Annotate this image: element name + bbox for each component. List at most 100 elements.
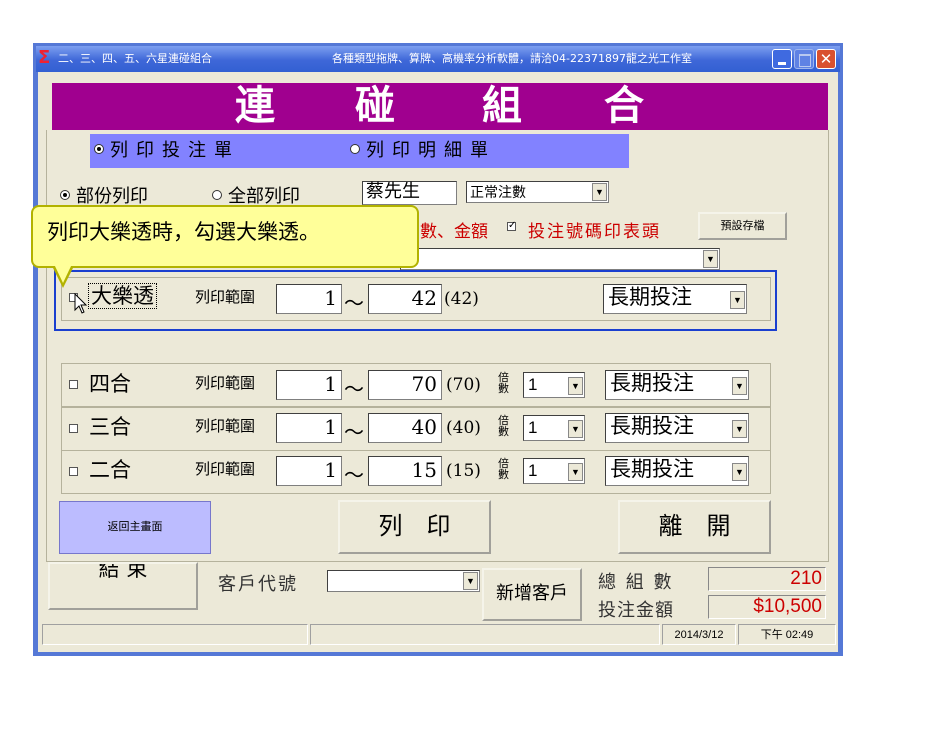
multiplier-select[interactable]: 1 ▼: [523, 372, 585, 398]
tooltip-tail-fill: [54, 264, 72, 283]
range-from-input[interactable]: 1: [276, 370, 342, 400]
printer-select[interactable]: ▼: [400, 248, 720, 270]
status-time: 下午 02:49: [738, 624, 836, 645]
chevron-down-icon: ▼: [730, 291, 745, 309]
options-text: 數、金額: [420, 222, 488, 242]
mouse-cursor-icon: [74, 293, 88, 314]
range-label: 列印範圍: [195, 418, 256, 435]
multiplier-label: 倍數: [498, 372, 509, 395]
app-sigma-icon: Σ: [38, 47, 51, 68]
chevron-down-icon: ▼: [732, 463, 747, 481]
window-title-ad: 各種類型拖牌、算牌、高機率分析軟體，請洽04-22371897龍之光工作室: [332, 52, 692, 65]
radio-selected-icon: [94, 144, 104, 154]
print-button[interactable]: 列 印: [338, 500, 491, 554]
note-type-select[interactable]: 正常注數 ▼: [466, 181, 609, 203]
range-to-input[interactable]: 15: [368, 456, 442, 486]
chevron-down-icon: ▼: [568, 420, 583, 438]
minimize-button[interactable]: [772, 49, 792, 69]
total-groups-label: 總 組 數: [598, 572, 674, 593]
radio-print-detail[interactable]: 列印明細單: [350, 134, 496, 168]
range-total: (70): [446, 375, 481, 395]
combo-checkbox[interactable]: [69, 424, 78, 433]
radio-label: 列印明細單: [366, 140, 496, 161]
range-total: (42): [444, 289, 479, 309]
tooltip: 列印大樂透時，勾選大樂透。: [31, 205, 419, 268]
tilde: ～: [344, 463, 364, 487]
mode-value: 長期投注: [610, 458, 694, 481]
tilde: ～: [344, 420, 364, 444]
status-cell-2: [310, 624, 660, 645]
mode-select[interactable]: 長期投注 ▼: [605, 413, 749, 443]
range-total: (15): [446, 461, 481, 481]
customer-code-label: 客戶代號: [218, 574, 298, 595]
finish-button[interactable]: 結 束: [48, 562, 198, 610]
multiplier-value: 1: [528, 375, 538, 394]
client-name-field[interactable]: 蔡先生: [362, 181, 457, 205]
mode-value: 長期投注: [608, 286, 692, 309]
status-date: 2014/3/12: [662, 624, 736, 645]
chevron-down-icon: ▼: [732, 377, 747, 395]
back-main-button[interactable]: 返回主畫面: [59, 501, 211, 554]
combo-name: 四合: [89, 372, 131, 396]
print-header-label: 投注號碼印表頭: [528, 222, 661, 242]
range-label: 列印範圍: [195, 461, 256, 478]
range-to-input[interactable]: 40: [368, 413, 442, 443]
customer-code-select[interactable]: ▼: [327, 570, 480, 592]
status-cell-1: [42, 624, 308, 645]
chevron-down-icon: ▼: [568, 463, 583, 481]
total-groups-value: 210: [708, 567, 826, 591]
combo-name: 三合: [89, 415, 131, 439]
range-to-input[interactable]: 42: [368, 284, 442, 314]
mode-select[interactable]: 長期投注 ▼: [605, 456, 749, 486]
leave-button[interactable]: 離 開: [618, 500, 771, 554]
close-button[interactable]: ✕: [816, 49, 836, 69]
close-icon: ✕: [819, 50, 833, 68]
print-header-checkbox[interactable]: ✓: [507, 220, 517, 231]
combo-checkbox[interactable]: [69, 467, 78, 476]
range-label: 列印範圍: [195, 375, 256, 392]
finish-label: 結 束: [98, 562, 148, 581]
note-type-value: 正常注數: [470, 184, 526, 200]
bet-amount-value: $10,500: [708, 595, 826, 619]
radio-empty-icon: [350, 144, 360, 154]
mode-select[interactable]: 長期投注 ▼: [603, 284, 747, 314]
chevron-down-icon: ▼: [592, 183, 607, 201]
maximize-button[interactable]: [794, 49, 814, 69]
banner-char: 連: [235, 82, 275, 129]
multiplier-value: 1: [528, 418, 538, 437]
radio-label: 列印投注單: [110, 140, 240, 161]
mode-select[interactable]: 長期投注 ▼: [605, 370, 749, 400]
mode-value: 長期投注: [610, 415, 694, 438]
lotto-name: 大樂透: [88, 283, 157, 309]
add-customer-button[interactable]: 新增客戶: [482, 568, 582, 621]
combo-checkbox[interactable]: [69, 380, 78, 389]
chevron-down-icon: ▼: [463, 572, 478, 590]
range-from-input[interactable]: 1: [276, 456, 342, 486]
chevron-down-icon: ▼: [732, 420, 747, 438]
chevron-down-icon: ▼: [703, 250, 718, 268]
default-save-button[interactable]: 預設存檔: [698, 212, 787, 240]
tilde: ～: [344, 377, 364, 401]
range-from-input[interactable]: 1: [276, 284, 342, 314]
multiplier-value: 1: [528, 461, 538, 480]
range-label: 列印範圍: [195, 289, 256, 306]
range-from-input[interactable]: 1: [276, 413, 342, 443]
multiplier-select[interactable]: 1 ▼: [523, 415, 585, 441]
tilde: ～: [344, 291, 364, 315]
banner-char: 組: [482, 82, 522, 129]
range-total: (40): [446, 418, 481, 438]
multiplier-label: 倍數: [498, 415, 509, 438]
radio-selected-icon: [60, 190, 70, 200]
minimize-icon: [778, 62, 786, 65]
chevron-down-icon: ▼: [568, 377, 583, 395]
bet-amount-label: 投注金額: [598, 600, 674, 621]
radio-label: 部份列印: [76, 186, 148, 207]
banner-char: 碰: [355, 82, 395, 129]
range-to-input[interactable]: 70: [368, 370, 442, 400]
radio-label: 全部列印: [228, 186, 300, 207]
tooltip-text: 列印大樂透時，勾選大樂透。: [47, 220, 320, 244]
checkmark-icon: ✓: [508, 220, 517, 231]
radio-empty-icon: [212, 190, 222, 200]
multiplier-select[interactable]: 1 ▼: [523, 458, 585, 484]
radio-print-ticket[interactable]: 列印投注單: [94, 134, 240, 168]
